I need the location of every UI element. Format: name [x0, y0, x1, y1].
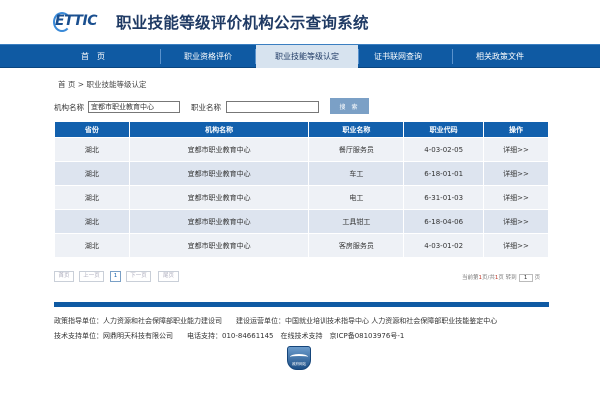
- nav-item-home[interactable]: 首 页: [55, 45, 131, 68]
- cell-occupation: 餐厅服务员: [308, 137, 405, 162]
- cell-code: 6-18-04-06: [403, 209, 485, 234]
- cell-action: 详细>>: [483, 161, 549, 186]
- cell-org-name: 宜都市职业教育中心: [128, 161, 310, 186]
- occupation-name-input[interactable]: [226, 101, 319, 113]
- main-nav: 首 页 职业资格评价 职业技能等级认定 证书联网查询 相关政策文件: [0, 44, 600, 68]
- search-button[interactable]: 搜 索: [330, 98, 369, 114]
- footer-sponsor-line: 政策指导单位：人力资源和社会保障部职业能力建设司 建设运营单位：中国就业培训技术…: [54, 317, 498, 325]
- next-page-button[interactable]: 下一页: [126, 271, 151, 282]
- cell-action: 详细>>: [483, 185, 549, 210]
- column-header-action: 操作: [483, 121, 549, 138]
- cell-province: 湖北: [54, 161, 130, 186]
- occupation-name-label: 职业名称: [191, 103, 221, 112]
- nav-item-certificate-query[interactable]: 证书联网查询: [359, 45, 437, 68]
- cell-province: 湖北: [54, 185, 130, 210]
- table-row: 湖北 宜都市职业教育中心 车工 6-18-01-01 详细>>: [54, 161, 549, 186]
- page-number-button[interactable]: 1: [110, 271, 121, 282]
- table-row: 湖北 宜都市职业教育中心 客房服务员 4-03-01-02 详细>>: [54, 233, 549, 258]
- site-header: ETTIC 职业技能等级评价机构公示查询系统: [0, 0, 600, 44]
- cell-occupation: 电工: [308, 185, 405, 210]
- logo-text: ETTIC: [55, 13, 97, 29]
- table-row: 湖北 宜都市职业教育中心 电工 6-31-01-03 详细>>: [54, 185, 549, 210]
- nav-item-skill-level[interactable]: 职业技能等级认定: [256, 45, 358, 68]
- gov-site-badge[interactable]: 政府网站: [287, 346, 311, 372]
- wave-icon: [290, 354, 308, 360]
- detail-link[interactable]: 详细>>: [503, 242, 529, 250]
- first-page-button[interactable]: 首页: [54, 271, 74, 282]
- prev-page-button[interactable]: 上一页: [79, 271, 104, 282]
- detail-link[interactable]: 详细>>: [503, 194, 529, 202]
- breadcrumb-current: 职业技能等级认定: [86, 80, 147, 89]
- org-name-label: 机构名称: [54, 103, 84, 112]
- table-row: 湖北 宜都市职业教育中心 餐厅服务员 4-03-02-05 详细>>: [54, 137, 549, 162]
- cell-action: 详细>>: [483, 233, 549, 258]
- cell-province: 湖北: [54, 233, 130, 258]
- cell-action: 详细>>: [483, 209, 549, 234]
- footer-divider: [54, 302, 549, 307]
- cell-org-name: 宜都市职业教育中心: [128, 233, 310, 258]
- pager-info-suffix: 页 转到: [498, 275, 517, 281]
- org-name-input[interactable]: [88, 101, 180, 113]
- column-header-org-name: 机构名称: [128, 121, 310, 138]
- cell-occupation: 工具钳工: [308, 209, 405, 234]
- nav-item-qualification[interactable]: 职业资格评价: [161, 45, 255, 68]
- badge-label: 政府网站: [292, 362, 306, 366]
- pagination-info: 当前第1页/共1页 转到 1 页: [462, 273, 540, 282]
- breadcrumb-home-link[interactable]: 首 页: [58, 80, 75, 89]
- cell-org-name: 宜都市职业教育中心: [128, 209, 310, 234]
- last-page-button[interactable]: 尾页: [158, 271, 179, 282]
- footer-support-line: 技术支持单位：网鼎明天科技有限公司 电话支持：010-84661145 在线技术…: [54, 332, 405, 340]
- cell-code: 6-18-01-01: [403, 161, 485, 186]
- cell-org-name: 宜都市职业教育中心: [128, 137, 310, 162]
- table-header-row: 省份 机构名称 职业名称 职业代码 操作: [54, 121, 549, 138]
- jump-page-input[interactable]: 1: [518, 273, 533, 282]
- ettic-logo[interactable]: ETTIC: [53, 12, 107, 32]
- cell-code: 4-03-02-05: [403, 137, 485, 162]
- pager-info-mid: 页/共: [482, 275, 495, 281]
- cell-action: 详细>>: [483, 137, 549, 162]
- cell-province: 湖北: [54, 209, 130, 234]
- cell-org-name: 宜都市职业教育中心: [128, 185, 310, 210]
- breadcrumb: 首 页 > 职业技能等级认定: [58, 79, 146, 90]
- cell-occupation: 车工: [308, 161, 405, 186]
- site-title: 职业技能等级评价机构公示查询系统: [116, 14, 369, 32]
- cell-occupation: 客房服务员: [308, 233, 405, 258]
- cell-code: 6-31-01-03: [403, 185, 485, 210]
- search-form: 机构名称 职业名称 搜 索: [54, 98, 554, 115]
- column-header-code: 职业代码: [403, 121, 485, 138]
- detail-link[interactable]: 详细>>: [503, 170, 529, 178]
- breadcrumb-separator: >: [77, 80, 85, 89]
- column-header-occupation: 职业名称: [308, 121, 405, 138]
- table-row: 湖北 宜都市职业教育中心 工具钳工 6-18-04-06 详细>>: [54, 209, 549, 234]
- column-header-province: 省份: [54, 121, 130, 138]
- detail-link[interactable]: 详细>>: [503, 146, 529, 154]
- cell-code: 4-03-01-02: [403, 233, 485, 258]
- cell-province: 湖北: [54, 137, 130, 162]
- nav-item-policy[interactable]: 相关政策文件: [453, 45, 547, 68]
- pager-jump-suffix: 页: [534, 275, 541, 281]
- results-table: 省份 机构名称 职业名称 职业代码 操作 湖北 宜都市职业教育中心 餐厅服务员 …: [54, 121, 549, 258]
- pager-info-prefix: 当前第: [462, 275, 479, 281]
- detail-link[interactable]: 详细>>: [503, 218, 529, 226]
